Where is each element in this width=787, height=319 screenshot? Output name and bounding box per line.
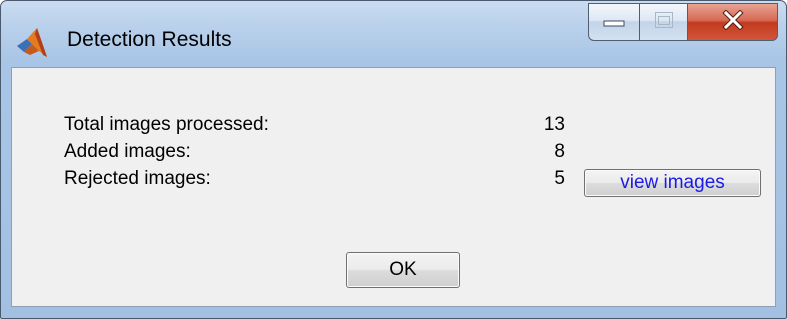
rejected-images-value: 5 (554, 168, 565, 189)
window-controls (588, 3, 778, 43)
total-images-label: Total images processed: (64, 114, 269, 135)
matlab-icon (15, 26, 49, 60)
dialog-content: Total images processed: 13 Added images:… (11, 67, 776, 307)
dialog-window: Detection Results Total images processed… (0, 0, 787, 319)
view-images-button[interactable]: view images (584, 169, 761, 197)
added-images-label: Added images: (64, 141, 191, 162)
added-images-value: 8 (554, 141, 565, 162)
minimize-icon (603, 13, 625, 32)
maximize-icon (654, 11, 674, 34)
total-images-value: 13 (543, 114, 565, 135)
view-images-label: view images (620, 172, 725, 193)
ok-label: OK (389, 259, 417, 280)
close-button[interactable] (688, 3, 778, 41)
title-bar[interactable]: Detection Results (1, 1, 786, 63)
window-title: Detection Results (67, 28, 232, 51)
rejected-images-label: Rejected images: (64, 168, 211, 189)
maximize-button[interactable] (640, 3, 688, 41)
ok-button[interactable]: OK (346, 252, 460, 288)
minimize-button[interactable] (588, 3, 640, 41)
close-icon (721, 8, 745, 35)
